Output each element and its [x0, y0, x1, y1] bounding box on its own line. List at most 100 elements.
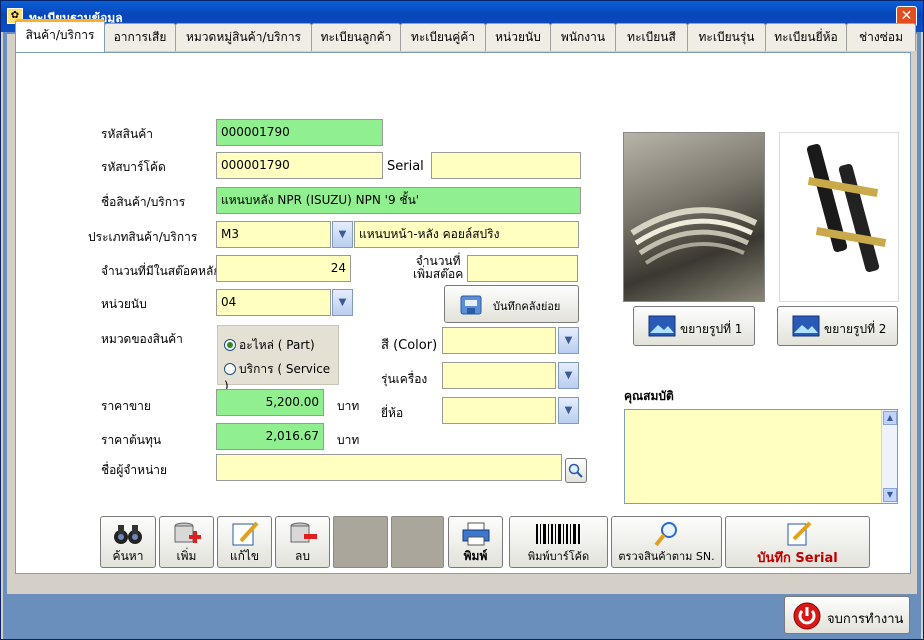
- scroll-down-icon[interactable]: ▼: [883, 488, 897, 502]
- printer-icon: [462, 522, 489, 546]
- edit-button[interactable]: แก้ไข: [217, 516, 272, 568]
- print-button[interactable]: พิมพ์: [448, 516, 503, 568]
- radio-dot: [224, 363, 236, 375]
- stock-qty-field[interactable]: 24: [216, 255, 351, 282]
- enlarge-image-2-label: ขยายรูปที่ 2: [824, 322, 887, 336]
- cost-price-unit: บาท: [337, 433, 360, 447]
- enlarge-image-1-button[interactable]: ขยายรูปที่ 1: [633, 306, 755, 346]
- supplier-label: ชื่อผู้จำหน่าย: [101, 463, 168, 477]
- product-code-field[interactable]: 000001790: [216, 119, 383, 146]
- tab-employees[interactable]: พนักงาน: [550, 23, 616, 51]
- product-type-label: ประเภทสินค้า/บริการ: [88, 230, 198, 244]
- binoculars-icon: [114, 525, 142, 544]
- add-stock-label: จำนวนที่ เพิ่มสต๊อค: [413, 255, 463, 281]
- category-label: หมวดของสินค้า: [101, 332, 183, 346]
- magnifier-icon: [653, 522, 677, 547]
- save-serial-label: บันทึก Serial: [757, 551, 838, 566]
- delete-button[interactable]: ลบ: [275, 516, 330, 568]
- tab-categories[interactable]: หมวดหมู่สินค้า/บริการ: [175, 23, 312, 51]
- add-stock-label-line2: เพิ่มสต๊อค: [413, 267, 464, 281]
- radio-part-label: อะไหล่ ( Part): [239, 338, 315, 352]
- product-name-label: ชื่อสินค้า/บริการ: [101, 195, 186, 209]
- color-label: สี (Color): [381, 338, 438, 353]
- model-dropdown[interactable]: ▼: [558, 362, 579, 389]
- product-image-1: [623, 132, 765, 302]
- print-barcode-label: พิมพ์บาร์โค้ด: [527, 550, 590, 563]
- model-label: รุ่นเครื่อง: [381, 372, 428, 386]
- blank-button-1: [333, 516, 388, 568]
- sub-stock-button[interactable]: บันทึกคลังย่อย: [444, 285, 579, 323]
- tab-symptoms[interactable]: อาการเสีย: [104, 23, 176, 51]
- picture-icon: [792, 315, 820, 337]
- product-type-desc-field: แหนบหน้า-หลัง คอยล์สปริง: [354, 221, 579, 248]
- database-delete-icon: [290, 522, 317, 543]
- tab-models[interactable]: ทะเบียนรุ่น: [687, 23, 766, 51]
- product-image-2: [779, 132, 899, 302]
- unit-dropdown[interactable]: ▼: [332, 289, 353, 316]
- search-label: ค้นหา: [112, 549, 144, 563]
- scroll-up-icon[interactable]: ▲: [883, 411, 897, 425]
- exit-label: จบการทำงาน: [827, 612, 904, 627]
- radio-dot-selected: [224, 339, 236, 351]
- tab-products[interactable]: สินค้า/บริการ: [15, 19, 105, 52]
- brand-field[interactable]: [442, 397, 556, 424]
- edit-pencil-icon: [787, 521, 811, 546]
- magnifier-icon: [568, 463, 583, 478]
- add-label: เพิ่ม: [176, 549, 197, 563]
- properties-textarea[interactable]: ▲ ▼: [624, 409, 898, 504]
- search-button[interactable]: ค้นหา: [100, 516, 156, 568]
- print-barcode-button[interactable]: พิมพ์บาร์โค้ด: [509, 516, 608, 568]
- color-field[interactable]: [442, 327, 556, 354]
- tab-brands[interactable]: ทะเบียนยี่ห้อ: [765, 23, 847, 51]
- leaf-spring-image: [630, 207, 758, 265]
- brand-label: ยี่ห้อ: [381, 406, 404, 420]
- database-save-icon: [460, 295, 482, 315]
- color-dropdown[interactable]: ▼: [558, 327, 579, 354]
- enlarge-image-2-button[interactable]: ขยายรูปที่ 2: [777, 306, 898, 346]
- tab-customers[interactable]: ทะเบียนลูกค้า: [311, 23, 401, 51]
- serial-field[interactable]: [431, 152, 581, 179]
- barcode-field[interactable]: 000001790: [216, 152, 383, 179]
- properties-label: คุณสมบัติ: [624, 389, 674, 403]
- power-icon: [793, 602, 821, 630]
- barcode-icon: [535, 524, 580, 544]
- unit-label: หน่วยนับ: [101, 297, 147, 311]
- tab-partners[interactable]: ทะเบียนคู่ค้า: [400, 23, 486, 51]
- main-window: ✿ ทะเบียนฐานข้อมูล ✕ สินค้า/บริการ อาการ…: [0, 0, 924, 640]
- add-stock-field[interactable]: [467, 255, 578, 282]
- model-field[interactable]: [442, 362, 556, 389]
- check-sn-button[interactable]: ตรวจสินค้าตาม SN.: [611, 516, 722, 568]
- product-type-dropdown[interactable]: ▼: [332, 221, 353, 248]
- check-sn-label: ตรวจสินค้าตาม SN.: [618, 550, 715, 563]
- unit-field[interactable]: 04: [216, 289, 331, 316]
- enlarge-image-1-label: ขยายรูปที่ 1: [680, 322, 743, 336]
- product-name-field[interactable]: แหนบหลัง NPR (ISUZU) NPN '9 ชั้น': [216, 187, 581, 214]
- sale-price-label: ราคาขาย: [101, 399, 151, 413]
- cost-price-field[interactable]: 2,016.67: [216, 423, 324, 450]
- supplier-search-button[interactable]: [565, 458, 587, 483]
- cost-price-label: ราคาต้นทุน: [101, 433, 162, 447]
- tab-technicians[interactable]: ช่างซ่อม: [846, 23, 916, 51]
- database-add-icon: [174, 522, 201, 543]
- sale-price-field[interactable]: 5,200.00: [216, 389, 324, 416]
- category-radio-group: อะไหล่ ( Part) บริการ ( Service ): [217, 325, 339, 393]
- sale-price-unit: บาท: [337, 399, 360, 413]
- tab-units[interactable]: หน่วยนับ: [485, 23, 551, 51]
- product-code-label: รหัสสินค้า: [101, 127, 153, 141]
- edit-label: แก้ไข: [229, 549, 260, 563]
- supplier-field[interactable]: [216, 454, 562, 481]
- product-type-field[interactable]: M3: [216, 221, 331, 248]
- tab-colors[interactable]: ทะเบียนสี: [615, 23, 688, 51]
- save-serial-button[interactable]: บันทึก Serial: [725, 516, 870, 568]
- shackle-image: [806, 143, 887, 273]
- brand-dropdown[interactable]: ▼: [558, 397, 579, 424]
- exit-button[interactable]: จบการทำงาน: [784, 596, 910, 634]
- stock-qty-label: จำนวนที่มีในสต๊อคหลัก: [101, 264, 221, 278]
- properties-scrollbar[interactable]: ▲ ▼: [881, 410, 897, 503]
- blank-button-2: [391, 516, 444, 568]
- add-button[interactable]: เพิ่ม: [159, 516, 214, 568]
- delete-label: ลบ: [295, 549, 310, 563]
- barcode-label: รหัสบาร์โค้ด: [101, 160, 166, 174]
- edit-pencil-icon: [232, 521, 258, 546]
- radio-part[interactable]: อะไหล่ ( Part): [224, 336, 315, 355]
